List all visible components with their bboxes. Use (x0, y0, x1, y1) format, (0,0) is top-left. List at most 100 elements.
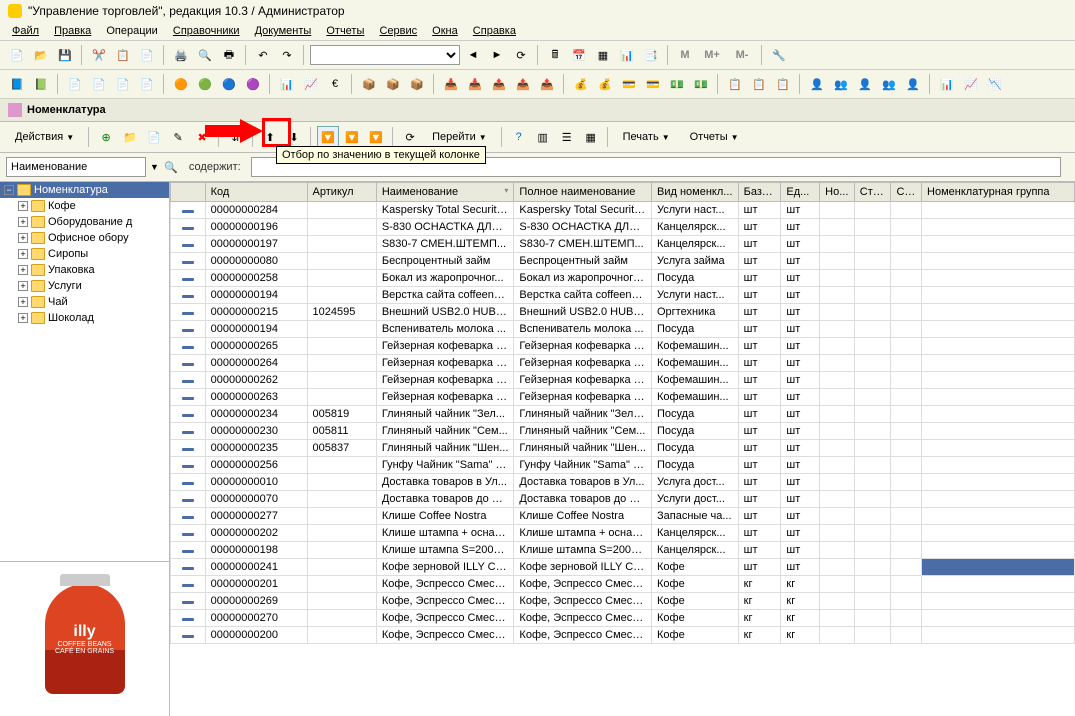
table-cell[interactable] (307, 559, 376, 576)
table-cell[interactable] (820, 389, 855, 406)
table-cell[interactable]: Беспроцентный займ (376, 253, 514, 270)
menu-edit[interactable]: Правка (48, 23, 97, 39)
table-cell[interactable] (820, 610, 855, 627)
table-cell[interactable]: шт (738, 372, 781, 389)
table-row[interactable]: 00000000277Клише Coffee NostraКлише Coff… (171, 508, 1075, 525)
table-cell[interactable]: шт (738, 457, 781, 474)
table-cell[interactable]: Гейзерная кофеварка "... (514, 372, 652, 389)
table-cell[interactable]: Вспениватель молока ... (376, 321, 514, 338)
table-cell[interactable] (891, 202, 922, 219)
grid-icon[interactable]: ▦ (592, 44, 614, 66)
table-cell[interactable] (891, 321, 922, 338)
table-cell[interactable] (171, 287, 206, 304)
tb2-icon-18[interactable]: 📥 (464, 73, 486, 95)
column-header[interactable]: Ед... (781, 183, 820, 202)
table-cell[interactable]: Кофе, Эспрессо Смесь ... (376, 627, 514, 644)
table-cell[interactable]: шт (738, 202, 781, 219)
table-cell[interactable]: Кофе, Эспрессо Смесь ... (376, 576, 514, 593)
table-cell[interactable]: кг (781, 593, 820, 610)
table-cell[interactable] (820, 542, 855, 559)
table-cell[interactable] (307, 610, 376, 627)
table-cell[interactable]: Канцелярск... (652, 525, 739, 542)
table-cell[interactable]: Канцелярск... (652, 219, 739, 236)
column-header[interactable]: Ст... (891, 183, 922, 202)
table-row[interactable]: 00000000270Кофе, Эспрессо Смесь ...Кофе,… (171, 610, 1075, 627)
table-row[interactable]: 00000000080Беспроцентный займБеспроцентн… (171, 253, 1075, 270)
table-cell[interactable]: кг (781, 627, 820, 644)
menu-service[interactable]: Сервис (373, 23, 423, 39)
column-header[interactable]: Артикул (307, 183, 376, 202)
goto-button[interactable]: Перейти▼ (423, 128, 496, 146)
table-cell[interactable] (171, 406, 206, 423)
tb2-icon-15[interactable]: 📦 (382, 73, 404, 95)
table-row[interactable]: 00000000201Кофе, Эспрессо Смесь ...Кофе,… (171, 576, 1075, 593)
table-row[interactable]: 00000000197S830-7 СМЕН.ШТЕМП...S830-7 СМ… (171, 236, 1075, 253)
table-cell[interactable] (820, 576, 855, 593)
table-cell[interactable] (171, 321, 206, 338)
table-cell[interactable] (922, 457, 1075, 474)
add-icon[interactable]: ⊕ (95, 126, 117, 148)
table-cell[interactable]: шт (781, 491, 820, 508)
print-dropdown-button[interactable]: Печать▼ (614, 128, 679, 146)
tb2-icon-31[interactable]: 👤 (806, 73, 828, 95)
table-cell[interactable]: Беспроцентный займ (514, 253, 652, 270)
table-cell[interactable] (854, 610, 891, 627)
table-cell[interactable] (891, 576, 922, 593)
back-icon[interactable]: ◄ (462, 44, 484, 66)
table-row[interactable]: 00000000262Гейзерная кофеварка "...Гейзе… (171, 372, 1075, 389)
table-cell[interactable] (891, 355, 922, 372)
calendar-icon[interactable]: 📅 (568, 44, 590, 66)
menu-file[interactable]: Файл (6, 23, 45, 39)
table-cell[interactable]: Доставка товаров в Ул... (514, 474, 652, 491)
tb2-icon-34[interactable]: 👥 (878, 73, 900, 95)
table-cell[interactable] (854, 542, 891, 559)
table-cell[interactable]: кг (738, 627, 781, 644)
table-cell[interactable] (891, 593, 922, 610)
table-cell[interactable]: Услуги наст... (652, 202, 739, 219)
table-cell[interactable]: Кофе, Эспрессо Смесь ... (514, 576, 652, 593)
table-cell[interactable] (820, 219, 855, 236)
table-cell[interactable]: 005837 (307, 440, 376, 457)
table-cell[interactable]: Кофе, Эспрессо Смесь ... (514, 627, 652, 644)
table-cell[interactable] (820, 491, 855, 508)
table-cell[interactable]: шт (781, 372, 820, 389)
table-row[interactable]: 00000000200Кофе, Эспрессо Смесь ...Кофе,… (171, 627, 1075, 644)
tb2-icon-27[interactable]: 💵 (690, 73, 712, 95)
tb2-icon-30[interactable]: 📋 (772, 73, 794, 95)
table-cell[interactable] (820, 406, 855, 423)
refresh-icon[interactable]: ⟳ (510, 44, 532, 66)
print-preview-icon[interactable]: 🔍 (194, 44, 216, 66)
table-cell[interactable] (171, 491, 206, 508)
table-cell[interactable] (820, 372, 855, 389)
table-cell[interactable]: 00000000196 (205, 219, 307, 236)
table-cell[interactable] (171, 253, 206, 270)
table-cell[interactable]: Клише штампа S=2000-... (376, 542, 514, 559)
table-cell[interactable]: Кофе зерновой ILLY Ca... (514, 559, 652, 576)
table-cell[interactable]: шт (738, 304, 781, 321)
table-cell[interactable] (854, 236, 891, 253)
table-cell[interactable] (922, 542, 1075, 559)
tb2-icon-23[interactable]: 💰 (594, 73, 616, 95)
tb2-icon-38[interactable]: 📉 (984, 73, 1006, 95)
table-cell[interactable]: 00000000277 (205, 508, 307, 525)
tb2-icon-3[interactable]: 📄 (64, 73, 86, 95)
table-cell[interactable]: шт (781, 321, 820, 338)
table-cell[interactable] (922, 491, 1075, 508)
table-cell[interactable]: Гунфу Чайник "Sama" 5... (376, 457, 514, 474)
table-cell[interactable] (922, 202, 1075, 219)
table-cell[interactable] (854, 321, 891, 338)
table-cell[interactable]: кг (738, 610, 781, 627)
table-cell[interactable] (922, 253, 1075, 270)
table-row[interactable]: 00000000269Кофе, Эспрессо Смесь ...Кофе,… (171, 593, 1075, 610)
grid2-icon[interactable]: ▦ (580, 126, 602, 148)
tb2-icon-16[interactable]: 📦 (406, 73, 428, 95)
table-cell[interactable] (307, 474, 376, 491)
tb2-icon-32[interactable]: 👥 (830, 73, 852, 95)
table-cell[interactable]: Бокал из жаропрочного... (514, 270, 652, 287)
table-cell[interactable] (820, 287, 855, 304)
menu-references[interactable]: Справочники (167, 23, 246, 39)
table-cell[interactable]: Гейзерная кофеварка "... (376, 338, 514, 355)
table-row[interactable]: 00000000265Гейзерная кофеварка "...Гейзе… (171, 338, 1075, 355)
table-cell[interactable] (922, 610, 1075, 627)
expand-icon[interactable]: + (18, 233, 28, 243)
